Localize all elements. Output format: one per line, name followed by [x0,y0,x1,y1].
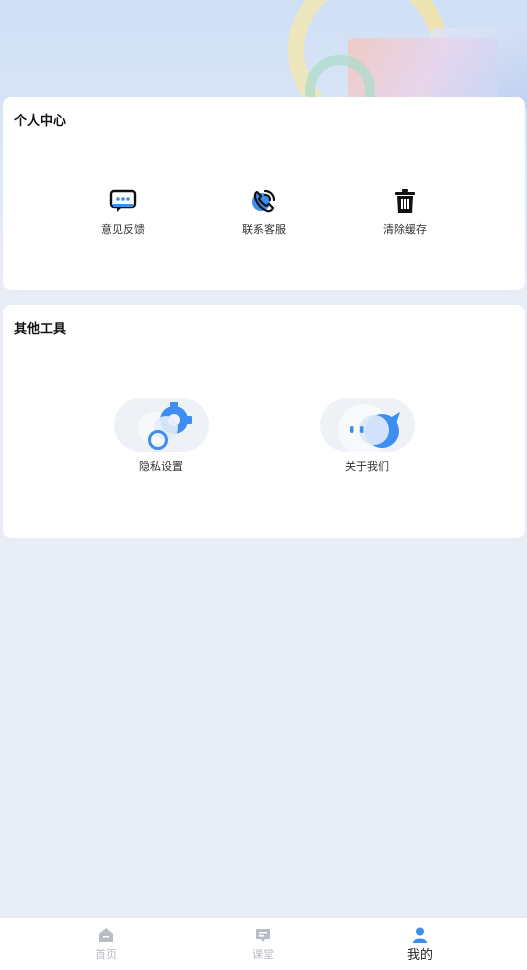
personal-center-title: 个人中心 [14,114,67,129]
other-tools-title: 其他工具 [14,322,67,337]
feedback-label: 意见反馈 [101,223,145,236]
phone-call-icon [252,189,276,213]
tab-home[interactable]: 首页 [61,926,151,962]
feedback-message-icon [109,189,137,212]
personal-center-card: 个人中心 意见反馈 联系客服 清除缓存 [3,97,525,290]
tab-mine[interactable]: 我的 [375,926,465,963]
about-chat-bubble-icon [319,398,415,452]
about-us-button[interactable]: 关于我们 [307,398,427,474]
contact-service-label: 联系客服 [242,223,286,236]
tab-mine-label: 我的 [406,948,433,963]
privacy-settings-label: 隐私设置 [139,460,183,473]
tab-home-label: 首页 [95,948,117,961]
tab-classroom-label: 课堂 [252,948,274,961]
home-icon [99,928,113,942]
other-tools-card: 其他工具 隐私设置 关于我们 [3,305,525,538]
contact-service-button[interactable]: 联系客服 [219,187,309,237]
about-us-label: 关于我们 [345,460,389,473]
profile-icon [413,927,427,943]
clear-cache-label: 清除缓存 [383,223,427,236]
privacy-settings-button[interactable]: 隐私设置 [101,398,221,474]
privacy-gear-icon [113,398,209,452]
trash-icon [395,189,415,213]
classroom-icon [256,929,270,942]
feedback-button[interactable]: 意见反馈 [78,187,168,237]
tab-classroom[interactable]: 课堂 [218,926,308,962]
clear-cache-button[interactable]: 清除缓存 [360,187,450,237]
bottom-tab-bar: 首页 课堂 我的 [0,917,527,970]
